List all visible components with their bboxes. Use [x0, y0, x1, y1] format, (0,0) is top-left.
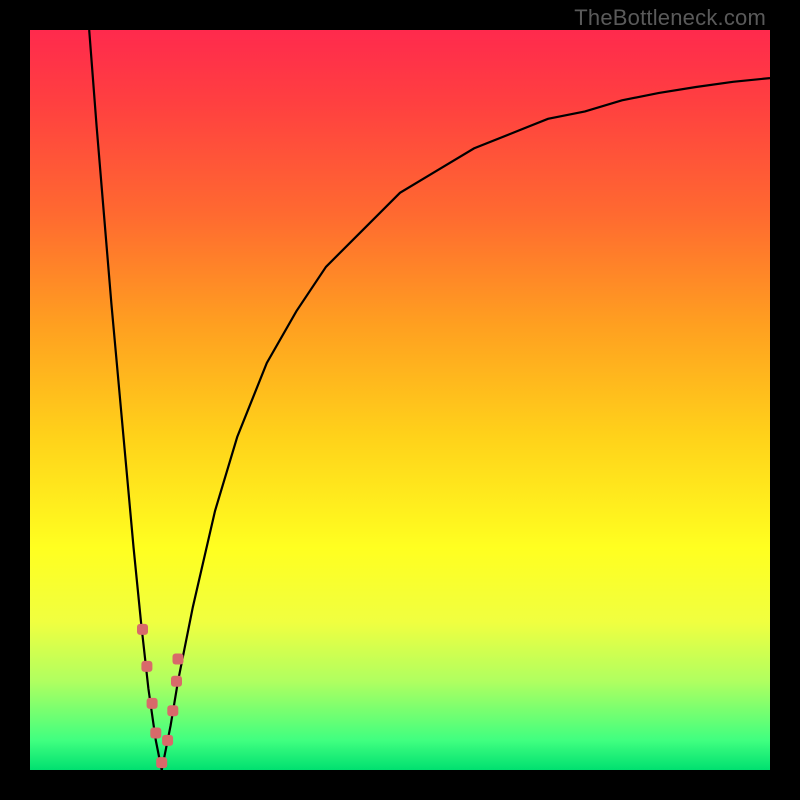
marker-point — [147, 698, 158, 709]
watermark-text: TheBottleneck.com — [574, 5, 766, 31]
marker-point — [150, 728, 161, 739]
marker-point — [171, 676, 182, 687]
marker-point — [156, 757, 167, 768]
curve-left-branch — [89, 30, 162, 770]
marker-point — [162, 735, 173, 746]
marker-point — [167, 705, 178, 716]
curve-right-branch — [162, 78, 770, 770]
chart-frame: TheBottleneck.com — [0, 0, 800, 800]
marker-point — [141, 661, 152, 672]
marker-point — [137, 624, 148, 635]
curve-layer — [30, 30, 770, 770]
marker-point — [173, 654, 184, 665]
plot-area — [30, 30, 770, 770]
